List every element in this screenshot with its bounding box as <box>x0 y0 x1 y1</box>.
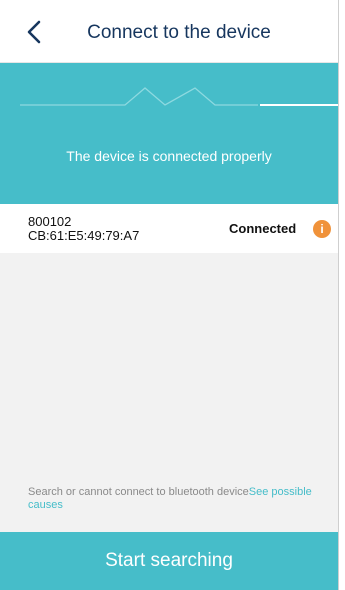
device-name: 800102 <box>28 214 72 229</box>
help-hint-text: Search or cannot connect to bluetooth de… <box>28 486 249 498</box>
start-searching-button[interactable]: Start searching <box>0 532 338 590</box>
device-mac-address: CB:61:E5:49:79:A7 <box>28 228 140 243</box>
signal-wave-graphic <box>20 87 338 106</box>
page-title: Connect to the device <box>87 22 271 43</box>
connection-status-banner: The device is connected properly <box>0 63 338 204</box>
header-bar: Connect to the device <box>0 0 338 63</box>
device-list-item[interactable]: 800102 CB:61:E5:49:79:A7 Connected i <box>0 204 338 253</box>
help-hint: Search or cannot connect to bluetooth de… <box>28 486 330 512</box>
info-icon[interactable]: i <box>313 220 331 238</box>
device-connection-status: Connected <box>229 221 297 236</box>
app-screen: Connect to the device The device is conn… <box>0 0 339 590</box>
connection-status-text: The device is connected properly <box>66 148 272 164</box>
